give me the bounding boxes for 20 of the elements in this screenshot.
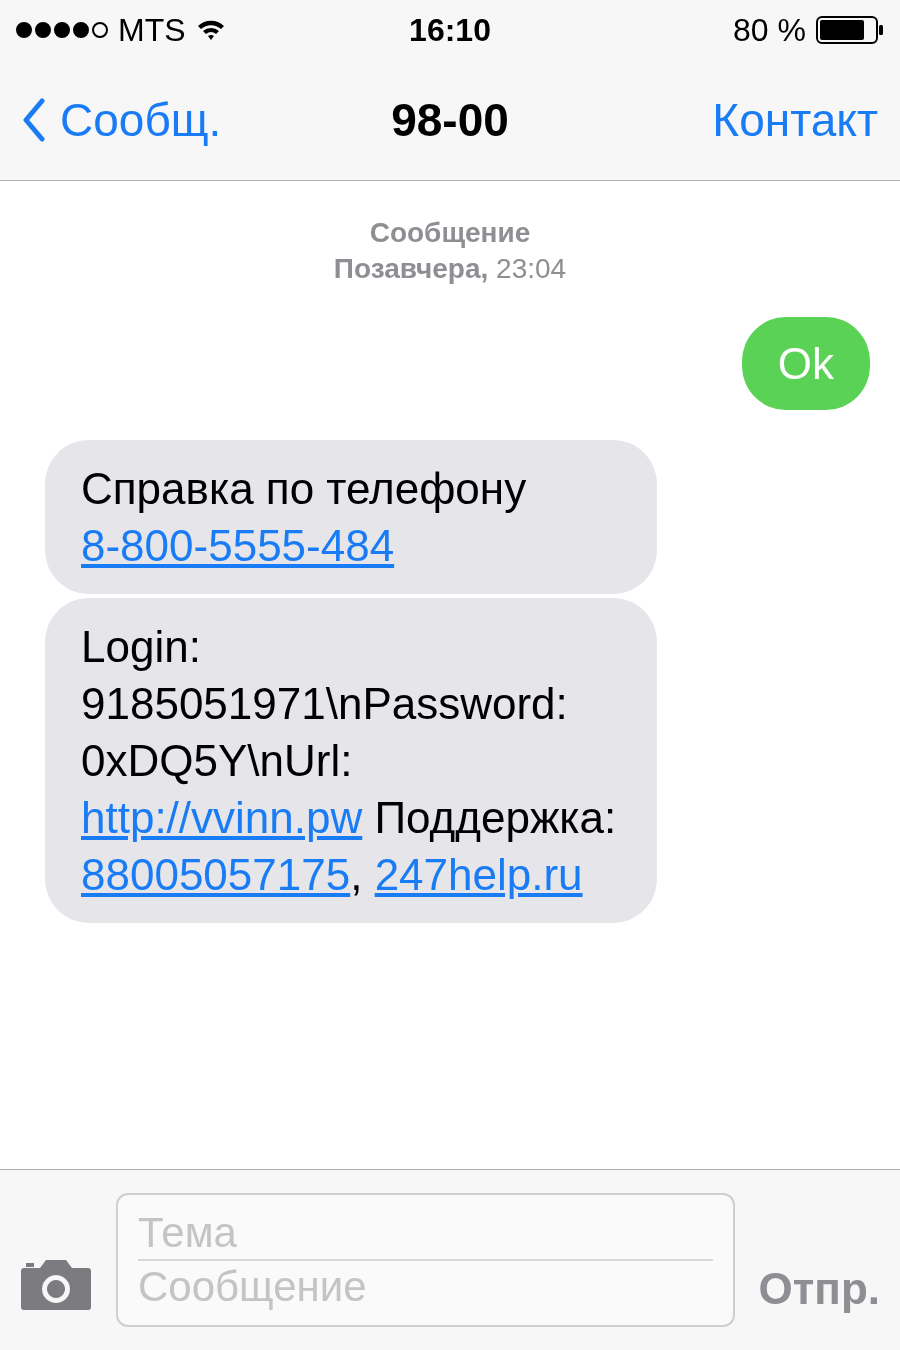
status-time: 16:10 (409, 11, 491, 49)
carrier-name: MTS (118, 11, 186, 49)
back-button[interactable]: Сообщ. (22, 93, 392, 147)
chevron-left-icon (22, 98, 46, 142)
message-link[interactable]: http://vvinn.pw (81, 793, 363, 842)
message-text: , (350, 850, 364, 899)
message-link[interactable]: 247help.ru (374, 850, 583, 899)
contact-button[interactable]: Контакт (712, 93, 878, 147)
message-link[interactable]: 8-800-5555-484 (81, 521, 395, 570)
message-link[interactable]: 88005057175 (81, 850, 351, 899)
message-text: Справка по телефону (81, 464, 528, 513)
message-text: Ok (777, 339, 834, 388)
message-text: Поддержка: (373, 793, 618, 842)
message-date: Позавчера, 23:04 (333, 253, 567, 285)
message-text: Login: 9185051971\nPassword: 0xDQ5Y\nUrl: (81, 622, 569, 785)
battery-icon (816, 16, 884, 44)
battery-percent: 80 % (733, 11, 806, 49)
thread-label: Сообщение (369, 217, 531, 249)
signal-icon (16, 22, 108, 38)
contact-title: 98-00 (391, 93, 509, 147)
